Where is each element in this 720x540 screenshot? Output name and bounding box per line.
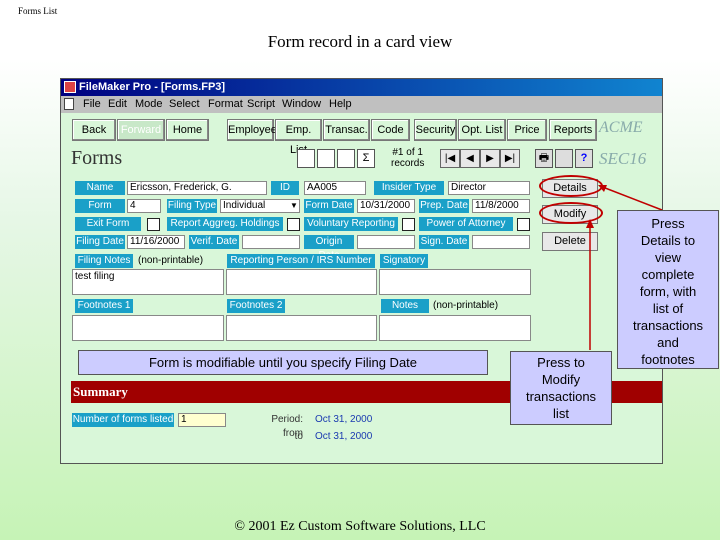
modify-arrowhead xyxy=(586,219,594,228)
details-callout-line: form, with xyxy=(639,284,697,299)
details-arrow-line xyxy=(599,185,663,211)
modifiable-callout: Form is modifiable until you specify Fil… xyxy=(78,350,488,375)
details-callout-line: Press xyxy=(651,216,685,231)
annotation-arrows xyxy=(586,185,663,350)
modify-callout-line: list xyxy=(553,406,569,421)
details-callout-line: view xyxy=(654,250,681,265)
modify-callout: Press to Modify transactions list xyxy=(510,351,612,425)
details-callout-line: list of xyxy=(652,301,684,316)
details-callout-line: and xyxy=(657,335,679,350)
details-callout-line: footnotes xyxy=(641,352,695,367)
details-callout: Press Details to view complete form, wit… xyxy=(617,210,719,369)
details-callout-line: transactions xyxy=(632,318,704,333)
details-callout-line: Details to xyxy=(640,233,696,248)
details-callout-line: complete xyxy=(641,267,695,282)
modify-callout-line: Modify xyxy=(541,372,581,387)
modify-callout-line: transactions xyxy=(525,389,597,404)
modify-callout-line: Press to xyxy=(537,355,585,370)
copyright-footer: © 2001 Ez Custom Software Solutions, LLC xyxy=(234,519,486,534)
